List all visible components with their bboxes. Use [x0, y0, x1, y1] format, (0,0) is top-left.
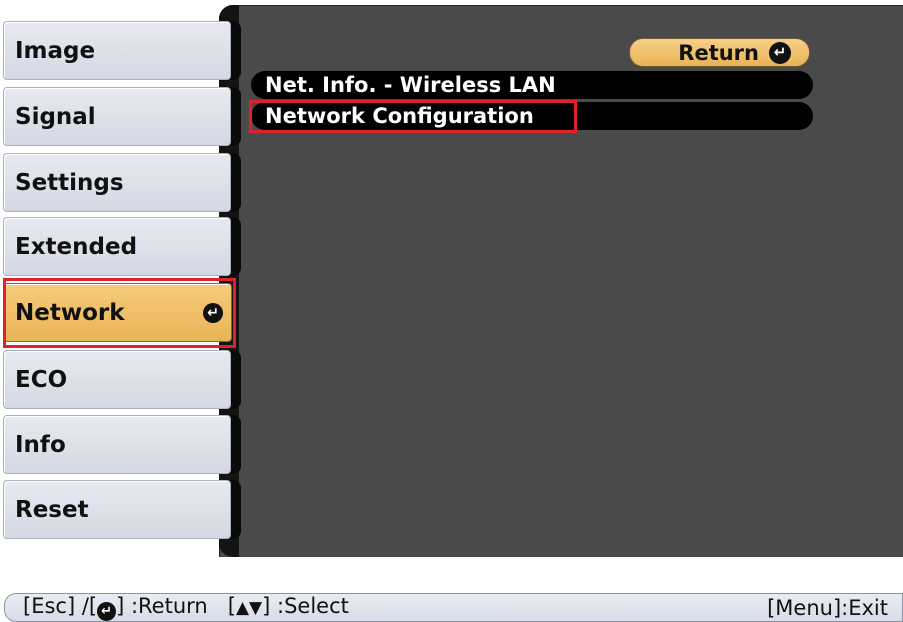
enter-icon: ↵ — [97, 602, 117, 621]
esc-key-hint: [Esc] /[ — [23, 594, 98, 618]
menu-item-label: Extended — [15, 233, 138, 260]
menu-item-eco[interactable]: ECO — [3, 350, 231, 409]
status-left: [Esc] /[↵] :Return [▲▼] :Select — [23, 594, 349, 621]
select-key-open: [ — [227, 594, 236, 618]
return-button[interactable]: Return ↵ — [629, 38, 810, 67]
menu-item-label: Image — [15, 37, 96, 64]
menu-item-image[interactable]: Image — [3, 21, 231, 80]
status-bar: [Esc] /[↵] :Return [▲▼] :Select [Menu]:E… — [4, 593, 903, 622]
menu-item-label: Network — [15, 299, 125, 326]
menu-item-label: ECO — [15, 366, 68, 393]
menu-item-signal[interactable]: Signal — [3, 87, 231, 146]
enter-icon: ↵ — [203, 302, 223, 323]
return-label: Return — [678, 40, 759, 65]
menu-item-label: Reset — [15, 496, 89, 523]
enter-icon: ↵ — [769, 41, 791, 64]
menu-item-label: Info — [15, 431, 66, 458]
submenu-item-net-info-wireless-lan[interactable]: Net. Info. - Wireless LAN — [251, 71, 813, 99]
exit-hint: [Menu]:Exit — [767, 595, 888, 620]
select-hint: ] :Select — [262, 594, 349, 618]
submenu-item-label: Net. Info. - Wireless LAN — [265, 73, 556, 97]
menu-item-network[interactable]: Network ↵ — [3, 283, 232, 342]
menu-item-label: Signal — [15, 103, 96, 130]
menu-item-info[interactable]: Info — [3, 415, 231, 474]
projector-menu: Image Signal Settings Extended Network ↵… — [0, 0, 903, 622]
return-hint: ] :Return — [116, 594, 208, 618]
submenu-item-network-configuration[interactable]: Network Configuration — [251, 102, 813, 130]
menu-item-extended[interactable]: Extended — [3, 217, 231, 276]
menu-item-label: Settings — [15, 169, 124, 196]
submenu-item-label: Network Configuration — [265, 104, 534, 128]
menu-item-settings[interactable]: Settings — [3, 153, 231, 212]
menu-item-reset[interactable]: Reset — [3, 480, 231, 539]
up-down-arrow-icon: ▲▼ — [235, 598, 263, 618]
